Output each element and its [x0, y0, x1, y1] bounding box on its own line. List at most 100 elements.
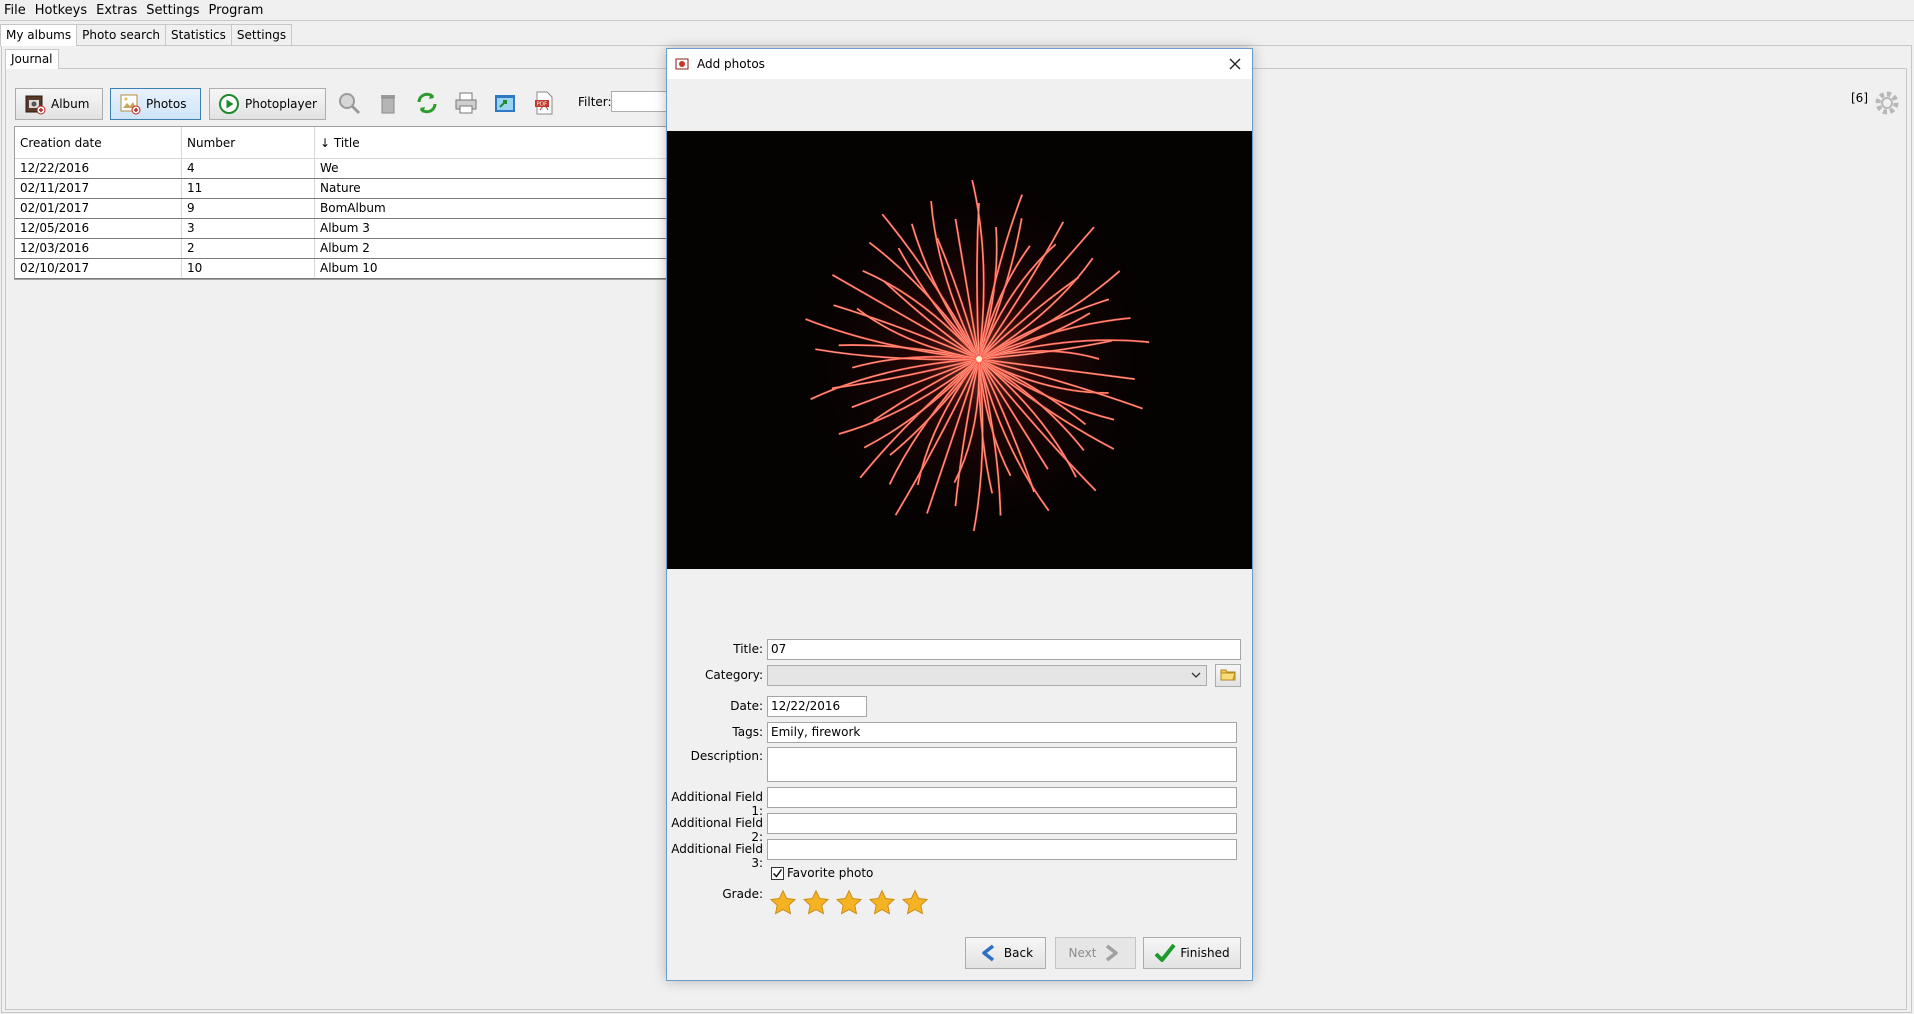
description-label: Description: [690, 749, 763, 763]
star-icon[interactable] [901, 889, 929, 917]
menu-bar: File Hotkeys Extras Settings Program [0, 0, 1914, 20]
date-label: Date: [730, 699, 763, 713]
app-window: File Hotkeys Extras Settings Program My … [0, 0, 1914, 1014]
cell-number: 3 [182, 219, 315, 238]
back-button[interactable]: Back [965, 937, 1046, 969]
photos-button[interactable]: Photos [110, 88, 201, 120]
menu-file[interactable]: File [4, 3, 26, 18]
album-icon [24, 93, 46, 115]
star-icon[interactable] [802, 889, 830, 917]
export-icon[interactable] [490, 88, 520, 118]
table-row[interactable]: 12/03/2016 2 Album 2 [15, 239, 673, 259]
close-icon[interactable] [1226, 55, 1244, 73]
cell-date: 12/22/2016 [15, 159, 182, 178]
play-icon [218, 93, 240, 115]
photoplayer-button[interactable]: Photoplayer [209, 88, 326, 120]
table-header: Creation date Number ↓ Title [15, 127, 673, 159]
column-title[interactable]: ↓ Title [315, 127, 673, 158]
column-creation-date[interactable]: Creation date [15, 127, 182, 158]
firework-image [667, 131, 1252, 569]
pdf-icon[interactable]: PDF [529, 88, 559, 118]
tab-journal[interactable]: Journal [5, 49, 59, 69]
cell-number: 10 [182, 259, 315, 278]
additional-field-2[interactable] [767, 813, 1237, 834]
cell-number: 2 [182, 239, 315, 258]
category-folder-button[interactable] [1215, 664, 1241, 687]
cell-date: 12/05/2016 [15, 219, 182, 238]
title-field[interactable]: 07 [767, 639, 1241, 660]
delete-icon[interactable] [373, 88, 403, 118]
next-arrow-icon [1100, 942, 1122, 964]
tab-statistics[interactable]: Statistics [165, 24, 232, 45]
tab-settings[interactable]: Settings [230, 24, 293, 45]
star-icon[interactable] [868, 889, 896, 917]
refresh-icon[interactable] [412, 88, 442, 118]
dialog-title-bar[interactable]: Add photos [667, 49, 1252, 79]
menu-settings[interactable]: Settings [146, 3, 199, 18]
search-icon[interactable] [334, 88, 364, 118]
cell-date: 02/10/2017 [15, 259, 182, 278]
photos-icon [119, 93, 141, 115]
album-button-label: Album [51, 97, 90, 111]
cell-title: BomAlbum [320, 201, 386, 215]
table-row[interactable]: 12/22/2016 4 We [15, 159, 673, 179]
cell-number: 9 [182, 199, 315, 218]
finished-button-label: Finished [1180, 946, 1230, 960]
cell-date: 02/11/2017 [15, 179, 182, 198]
cell-number: 11 [182, 179, 315, 198]
cell-title: Album 2 [320, 241, 370, 255]
grade-label: Grade: [722, 887, 763, 901]
app-icon [675, 57, 689, 71]
back-button-label: Back [1003, 946, 1034, 960]
add-photos-dialog: Add photos Title: 07 Category: Date: 12/… [666, 48, 1253, 981]
filter-label: Filter: [578, 95, 612, 109]
additional-field-2-label: Additional Field 2: [671, 816, 763, 844]
tab-photo-search[interactable]: Photo search [76, 24, 167, 45]
print-icon[interactable] [451, 88, 481, 118]
description-field[interactable] [767, 747, 1237, 782]
table-row[interactable]: 02/10/2017 10 Album 10 [15, 259, 673, 279]
next-button[interactable]: Next [1055, 937, 1136, 969]
tab-my-albums[interactable]: My albums [0, 24, 78, 46]
favorite-checkbox[interactable] [771, 867, 784, 880]
tags-label: Tags: [732, 725, 763, 739]
cell-date: 02/01/2017 [15, 199, 182, 218]
column-number[interactable]: Number [182, 127, 315, 158]
menu-extras[interactable]: Extras [96, 3, 137, 18]
tags-field[interactable]: Emily, firework [767, 722, 1237, 743]
menu-separator [0, 20, 1914, 21]
albums-table: Creation date Number ↓ Title 12/22/2016 … [14, 126, 674, 280]
category-select[interactable] [767, 665, 1207, 686]
check-icon [772, 869, 783, 878]
album-button[interactable]: Album [15, 88, 103, 120]
title-label: Title: [733, 642, 763, 656]
cell-title: Album 10 [320, 261, 378, 275]
gear-icon[interactable] [1870, 86, 1904, 120]
menu-hotkeys[interactable]: Hotkeys [35, 3, 87, 18]
dialog-title: Add photos [697, 57, 765, 71]
folder-icon [1220, 667, 1236, 684]
menu-program[interactable]: Program [209, 3, 264, 18]
additional-field-1-label: Additional Field 1: [671, 790, 763, 818]
filter-input[interactable] [611, 91, 671, 112]
cell-number: 4 [182, 159, 315, 178]
table-row[interactable]: 02/01/2017 9 BomAlbum [15, 199, 673, 219]
photos-button-label: Photos [146, 97, 187, 111]
category-label: Category: [705, 668, 763, 682]
table-row[interactable]: 02/11/2017 11 Nature [15, 179, 673, 199]
chevron-down-icon [1190, 669, 1202, 681]
star-icon[interactable] [769, 889, 797, 917]
cell-title: Nature [320, 181, 361, 195]
date-field[interactable]: 12/22/2016 [767, 696, 867, 717]
cell-title: We [320, 161, 339, 175]
table-row[interactable]: 12/05/2016 3 Album 3 [15, 219, 673, 239]
main-tab-bar: My albums Photo search Statistics Settin… [0, 24, 293, 46]
back-arrow-icon [978, 942, 1000, 964]
additional-field-1[interactable] [767, 787, 1237, 808]
cell-title: Album 3 [320, 221, 370, 235]
finished-button[interactable]: Finished [1143, 937, 1241, 969]
additional-field-3[interactable] [767, 839, 1237, 860]
star-icon[interactable] [835, 889, 863, 917]
additional-field-3-label: Additional Field 3: [671, 842, 763, 870]
photoplayer-button-label: Photoplayer [245, 97, 317, 111]
